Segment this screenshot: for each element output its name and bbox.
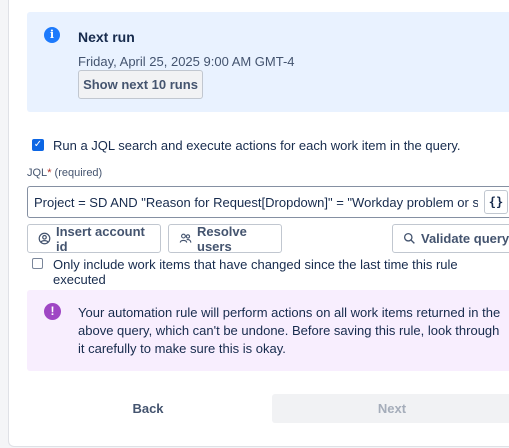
next-run-date: Friday, April 25, 2025 9:00 AM GMT-4: [78, 54, 295, 69]
resolve-users-button[interactable]: Resolve users: [168, 223, 282, 254]
show-next-runs-button[interactable]: Show next 10 runs: [78, 70, 203, 99]
jql-input-value[interactable]: Project = SD AND "Reason for Request[Dro…: [34, 195, 478, 210]
exclamation-icon: !: [44, 303, 61, 320]
next-run-title: Next run: [78, 29, 135, 45]
jql-field-label: JQL* (required): [27, 167, 102, 179]
validate-query-button[interactable]: Validate query: [392, 224, 509, 253]
insert-account-id-label: Insert account id: [56, 223, 145, 254]
users-icon: [179, 233, 192, 243]
jql-search-checkbox[interactable]: ✓: [32, 139, 44, 151]
at-icon: [38, 232, 51, 245]
insert-account-id-button[interactable]: Insert account id: [27, 223, 161, 254]
search-icon: [403, 232, 415, 244]
resolve-users-label: Resolve users: [197, 223, 247, 254]
back-button[interactable]: Back: [118, 398, 178, 420]
warning-text: Your automation rule will perform action…: [78, 305, 501, 356]
only-changed-checkbox[interactable]: [32, 258, 43, 269]
validate-query-label: Validate query: [421, 231, 509, 246]
jql-input[interactable]: Project = SD AND "Reason for Request[Dro…: [27, 186, 509, 218]
required-mark: *: [47, 167, 52, 179]
required-text: (required): [54, 167, 103, 179]
jql-search-label: Run a JQL search and execute actions for…: [53, 138, 461, 153]
jql-label-text: JQL: [27, 167, 48, 179]
info-icon: i: [44, 27, 60, 43]
next-button[interactable]: Next: [272, 394, 509, 423]
smart-values-button[interactable]: {}: [484, 190, 508, 214]
only-changed-label: Only include work items that have change…: [53, 257, 458, 287]
